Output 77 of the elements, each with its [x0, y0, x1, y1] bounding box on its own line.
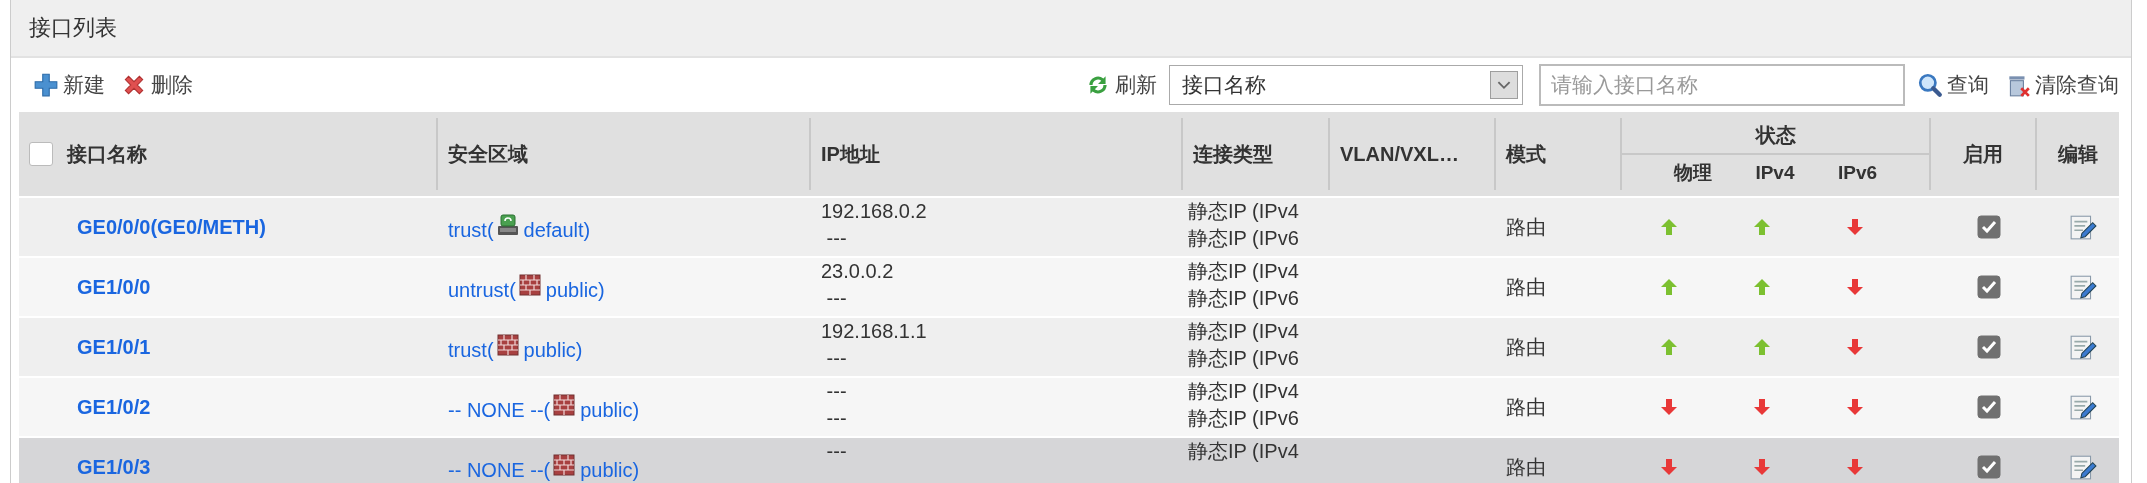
connection-type: 静态IP (IPv6	[1188, 346, 1299, 371]
mode-text: 路由	[1506, 454, 1546, 480]
connection-type: 静态IP (IPv6	[1188, 226, 1299, 251]
delete-button[interactable]: 删除	[117, 69, 197, 101]
query-button[interactable]: 查询	[1913, 69, 1993, 101]
dropdown-caret-icon	[1490, 71, 1518, 99]
connection-type: 静态IP (IPv4	[1188, 439, 1299, 464]
table-row[interactable]: GE1/0/0 untrust( public) 23.0.0.2 --- 静态IP (IPv4 静态IP (IPv6 路由	[19, 256, 2119, 316]
column-header: 物理	[1673, 160, 1712, 185]
select-all-checkbox[interactable]	[29, 142, 53, 166]
zone-link[interactable]: trust( public)	[448, 332, 583, 362]
ip-address: 23.0.0.2	[821, 259, 894, 284]
connection-type: 静态IP (IPv4	[1188, 259, 1299, 284]
enabled-checkbox[interactable]	[1977, 275, 2001, 299]
edit-icon[interactable]	[2069, 333, 2097, 361]
zone-link[interactable]: -- NONE --( public)	[448, 392, 640, 422]
search-icon	[1917, 72, 1943, 98]
column-header: 安全区域	[448, 141, 528, 167]
new-button[interactable]: 新建	[29, 69, 109, 101]
mode-text: 路由	[1506, 214, 1546, 240]
mode-text: 路由	[1506, 274, 1546, 300]
edit-icon[interactable]	[2069, 273, 2097, 301]
column-header: IP地址	[821, 141, 880, 167]
brick-wall-icon	[552, 453, 577, 477]
column-header: 启用	[1963, 141, 2003, 167]
brick-wall-icon	[552, 393, 577, 417]
table-row[interactable]: GE1/0/1 trust( public) 192.168.1.1 --- 静态IP (IPv4 静态IP (IPv6 路由	[19, 316, 2119, 376]
interface-link[interactable]: GE1/0/0	[77, 275, 151, 299]
edit-icon[interactable]	[2069, 213, 2097, 241]
panel-title: 接口列表	[29, 14, 117, 42]
device-icon	[495, 213, 520, 237]
interface-link[interactable]: GE1/0/1	[77, 335, 151, 359]
ip-address: ---	[825, 286, 847, 311]
enabled-checkbox[interactable]	[1977, 215, 2001, 239]
enabled-checkbox[interactable]	[1977, 335, 2001, 359]
connection-type: 静态IP (IPv4	[1188, 379, 1299, 404]
ip-address: ---	[825, 406, 847, 431]
zone-link[interactable]: untrust( public)	[448, 272, 605, 302]
connection-type: 静态IP (IPv6	[1188, 406, 1299, 431]
edit-icon[interactable]	[2069, 393, 2097, 421]
column-header: IPv6	[1838, 161, 1878, 184]
column-header: 编辑	[2058, 141, 2098, 167]
connection-type: 静态IP (IPv4	[1188, 199, 1299, 224]
refresh-button[interactable]: 刷新	[1081, 69, 1161, 101]
ip-address: 192.168.1.1	[821, 319, 927, 344]
brick-wall-icon	[495, 333, 520, 357]
plus-icon	[33, 72, 59, 98]
table-row[interactable]: GE1/0/3 -- NONE --( public) --- 静态IP (IPv4 路由	[19, 436, 2119, 483]
interface-link[interactable]: GE1/0/3	[77, 455, 151, 479]
filter-dropdown[interactable]: 接口名称	[1169, 65, 1523, 105]
search-field[interactable]: 请输入接口名称	[1539, 64, 1905, 106]
column-header: VLAN/VXL…	[1340, 142, 1459, 166]
ip-address: ---	[825, 379, 847, 404]
ip-address: 192.168.0.2	[821, 199, 927, 224]
ip-address: ---	[825, 346, 847, 371]
enabled-checkbox[interactable]	[1977, 395, 2001, 419]
zone-link[interactable]: -- NONE --( public)	[448, 452, 640, 482]
column-header: 连接类型	[1193, 141, 1273, 167]
edit-icon[interactable]	[2069, 453, 2097, 481]
clear-query-button[interactable]: 清除查询	[2001, 69, 2123, 101]
ip-address: ---	[825, 226, 847, 251]
zone-link[interactable]: trust( default)	[448, 212, 591, 242]
ip-address: ---	[825, 439, 847, 464]
interface-link[interactable]: GE0/0/0(GE0/METH)	[77, 215, 266, 239]
column-header: IPv4	[1755, 161, 1795, 184]
column-header: 模式	[1506, 141, 1546, 167]
interface-link[interactable]: GE1/0/2	[77, 395, 151, 419]
mode-text: 路由	[1506, 334, 1546, 360]
table-row[interactable]: GE1/0/2 -- NONE --( public) --- --- 静态IP (IPv4 静态IP (IPv6 路由	[19, 376, 2119, 436]
column-group-header: 状态	[1755, 123, 1796, 148]
brick-wall-icon	[517, 273, 542, 297]
enabled-checkbox[interactable]	[1977, 455, 2001, 479]
column-header: 接口名称	[67, 141, 147, 167]
mode-text: 路由	[1506, 394, 1546, 420]
connection-type: 静态IP (IPv6	[1188, 286, 1299, 311]
connection-type: 静态IP (IPv4	[1188, 319, 1299, 344]
table-row[interactable]: GE0/0/0(GE0/METH) trust( default) 192.168.0.2 --- 静态IP (IPv4 静态IP (IPv6 路由	[19, 196, 2119, 256]
